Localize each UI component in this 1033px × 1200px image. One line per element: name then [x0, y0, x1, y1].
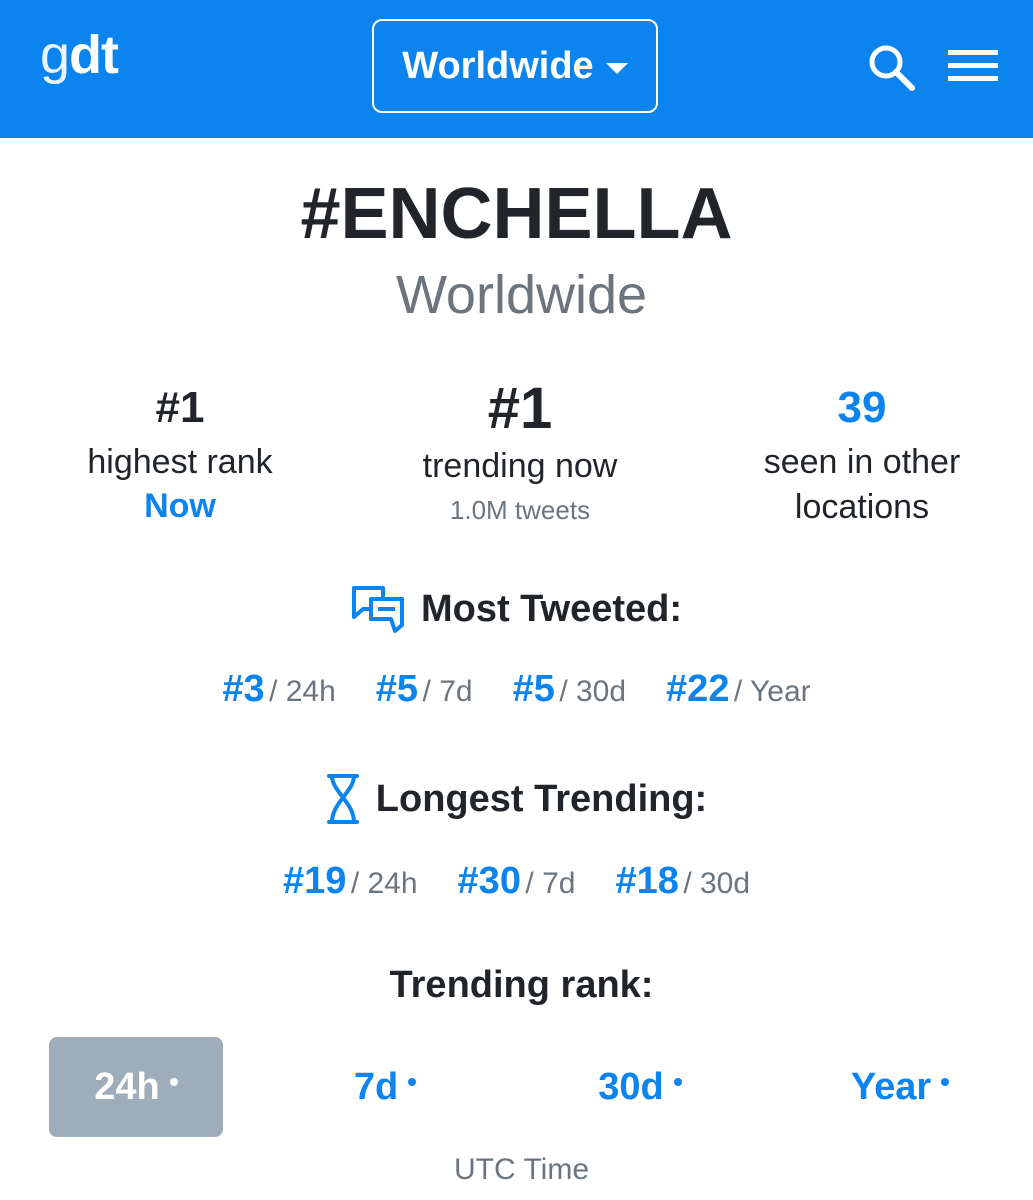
top-nav-bar: gdt Worldwide — [0, 0, 1033, 138]
dot-icon — [941, 1078, 950, 1086]
chat-bubbles-icon — [351, 586, 404, 633]
dot-icon — [169, 1078, 178, 1086]
longest-trending-7d[interactable]: #30 / 7d — [458, 860, 576, 903]
trend-hashtag-title: #ENCHELLA — [300, 174, 733, 254]
tweet-count: 1.0M tweets — [449, 495, 591, 525]
most-tweeted-year[interactable]: #22 / Year — [666, 668, 811, 711]
location-dropdown-label: Worldwide — [402, 44, 594, 87]
longest-trending-title: Longest Trending: — [375, 777, 708, 820]
most-tweeted-24h[interactable]: #3 / 24h — [222, 668, 335, 711]
highest-rank-when-link[interactable]: Now — [30, 489, 330, 523]
other-locations-count[interactable]: 39 — [712, 386, 1012, 430]
most-tweeted-ranks: #3 / 24h #5 / 7d #5 / 30d #22 / Year — [0, 668, 1033, 711]
stat-other-locations[interactable]: 39 seen in other locations — [712, 386, 1012, 530]
location-dropdown-button[interactable]: Worldwide — [372, 19, 658, 113]
tab-7d[interactable]: 7d — [300, 1037, 470, 1137]
trending-now-label: trending now — [422, 447, 618, 485]
highest-rank-value: #1 — [155, 383, 205, 432]
most-tweeted-title: Most Tweeted: — [420, 587, 683, 630]
trending-now-value: #1 — [487, 376, 553, 441]
trend-location: Worldwide — [395, 265, 648, 325]
most-tweeted-7d[interactable]: #5 / 7d — [376, 668, 473, 711]
longest-trending-ranks: #19 / 24h #30 / 7d #18 / 30d — [0, 860, 1033, 903]
menu-icon[interactable] — [948, 47, 998, 85]
most-tweeted-30d[interactable]: #5 / 30d — [513, 668, 626, 711]
most-tweeted-heading: Most Tweeted: — [0, 580, 1033, 638]
site-logo[interactable]: gdt — [40, 28, 119, 82]
longest-trending-30d[interactable]: #18 / 30d — [615, 860, 750, 903]
stat-trending-now: #1 trending now 1.0M tweets — [370, 376, 670, 525]
tab-30d[interactable]: 30d — [550, 1037, 730, 1137]
trending-rank-title: Trending rank: — [389, 964, 654, 1006]
other-locations-label-line2: locations — [794, 488, 930, 526]
caret-down-icon — [605, 62, 628, 74]
other-locations-label-line1: seen in other — [763, 443, 961, 481]
highest-rank-label: highest rank — [87, 443, 273, 481]
tab-year[interactable]: Year — [805, 1037, 995, 1137]
search-icon[interactable] — [866, 42, 916, 92]
longest-trending-heading: Longest Trending: — [0, 770, 1033, 828]
stat-highest-rank: #1 highest rank Now — [30, 383, 330, 524]
dot-icon — [408, 1078, 417, 1086]
dot-icon — [673, 1078, 682, 1086]
hourglass-icon — [326, 774, 359, 824]
timezone-label: UTC Time — [454, 1153, 589, 1186]
longest-trending-24h[interactable]: #19 / 24h — [283, 860, 418, 903]
tab-24h[interactable]: 24h — [49, 1037, 223, 1137]
